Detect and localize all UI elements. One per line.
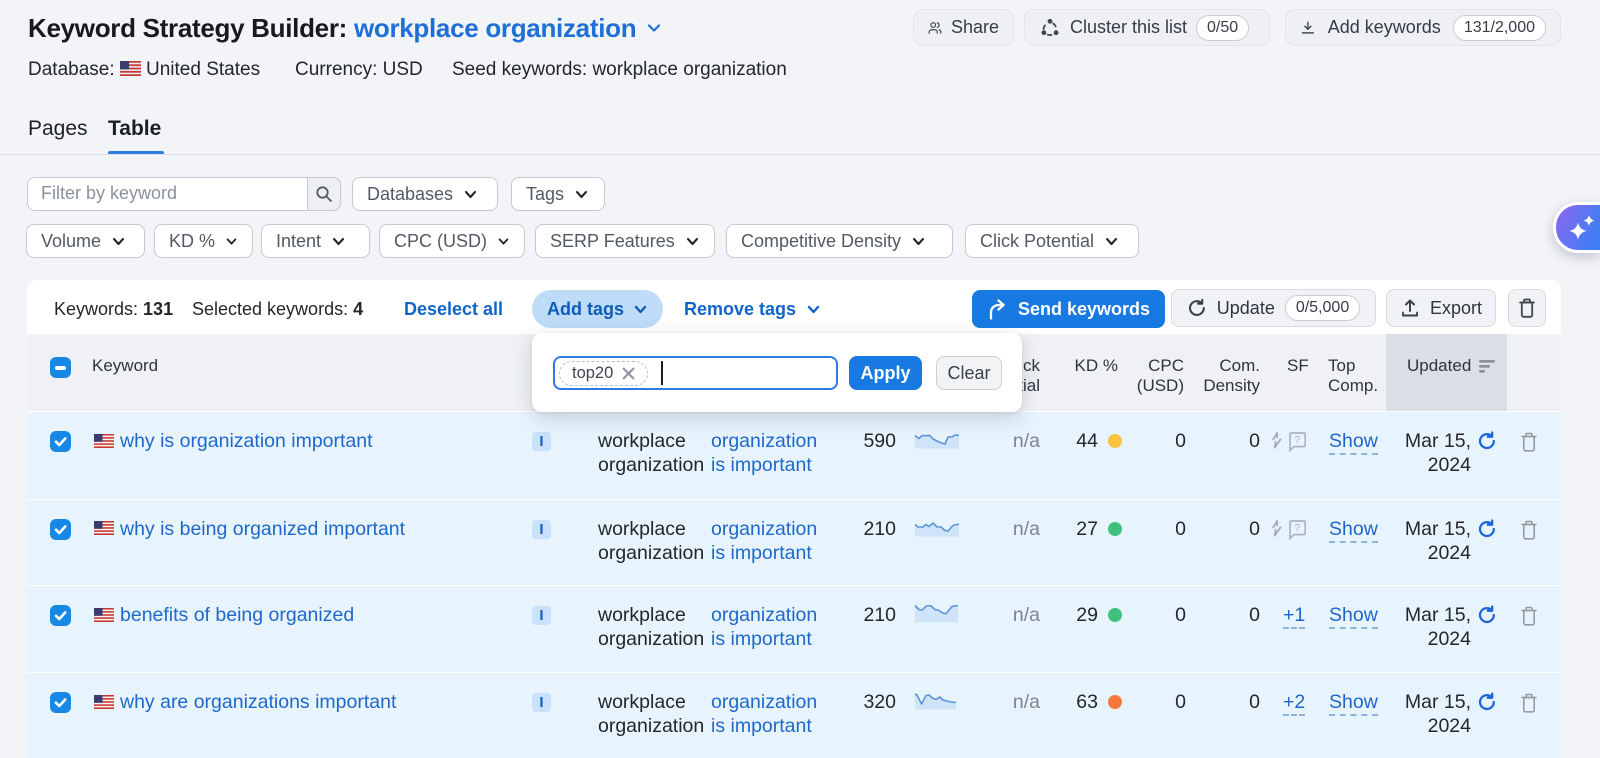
svg-text:?: ?: [1295, 523, 1301, 534]
svg-text:?: ?: [1295, 435, 1301, 446]
